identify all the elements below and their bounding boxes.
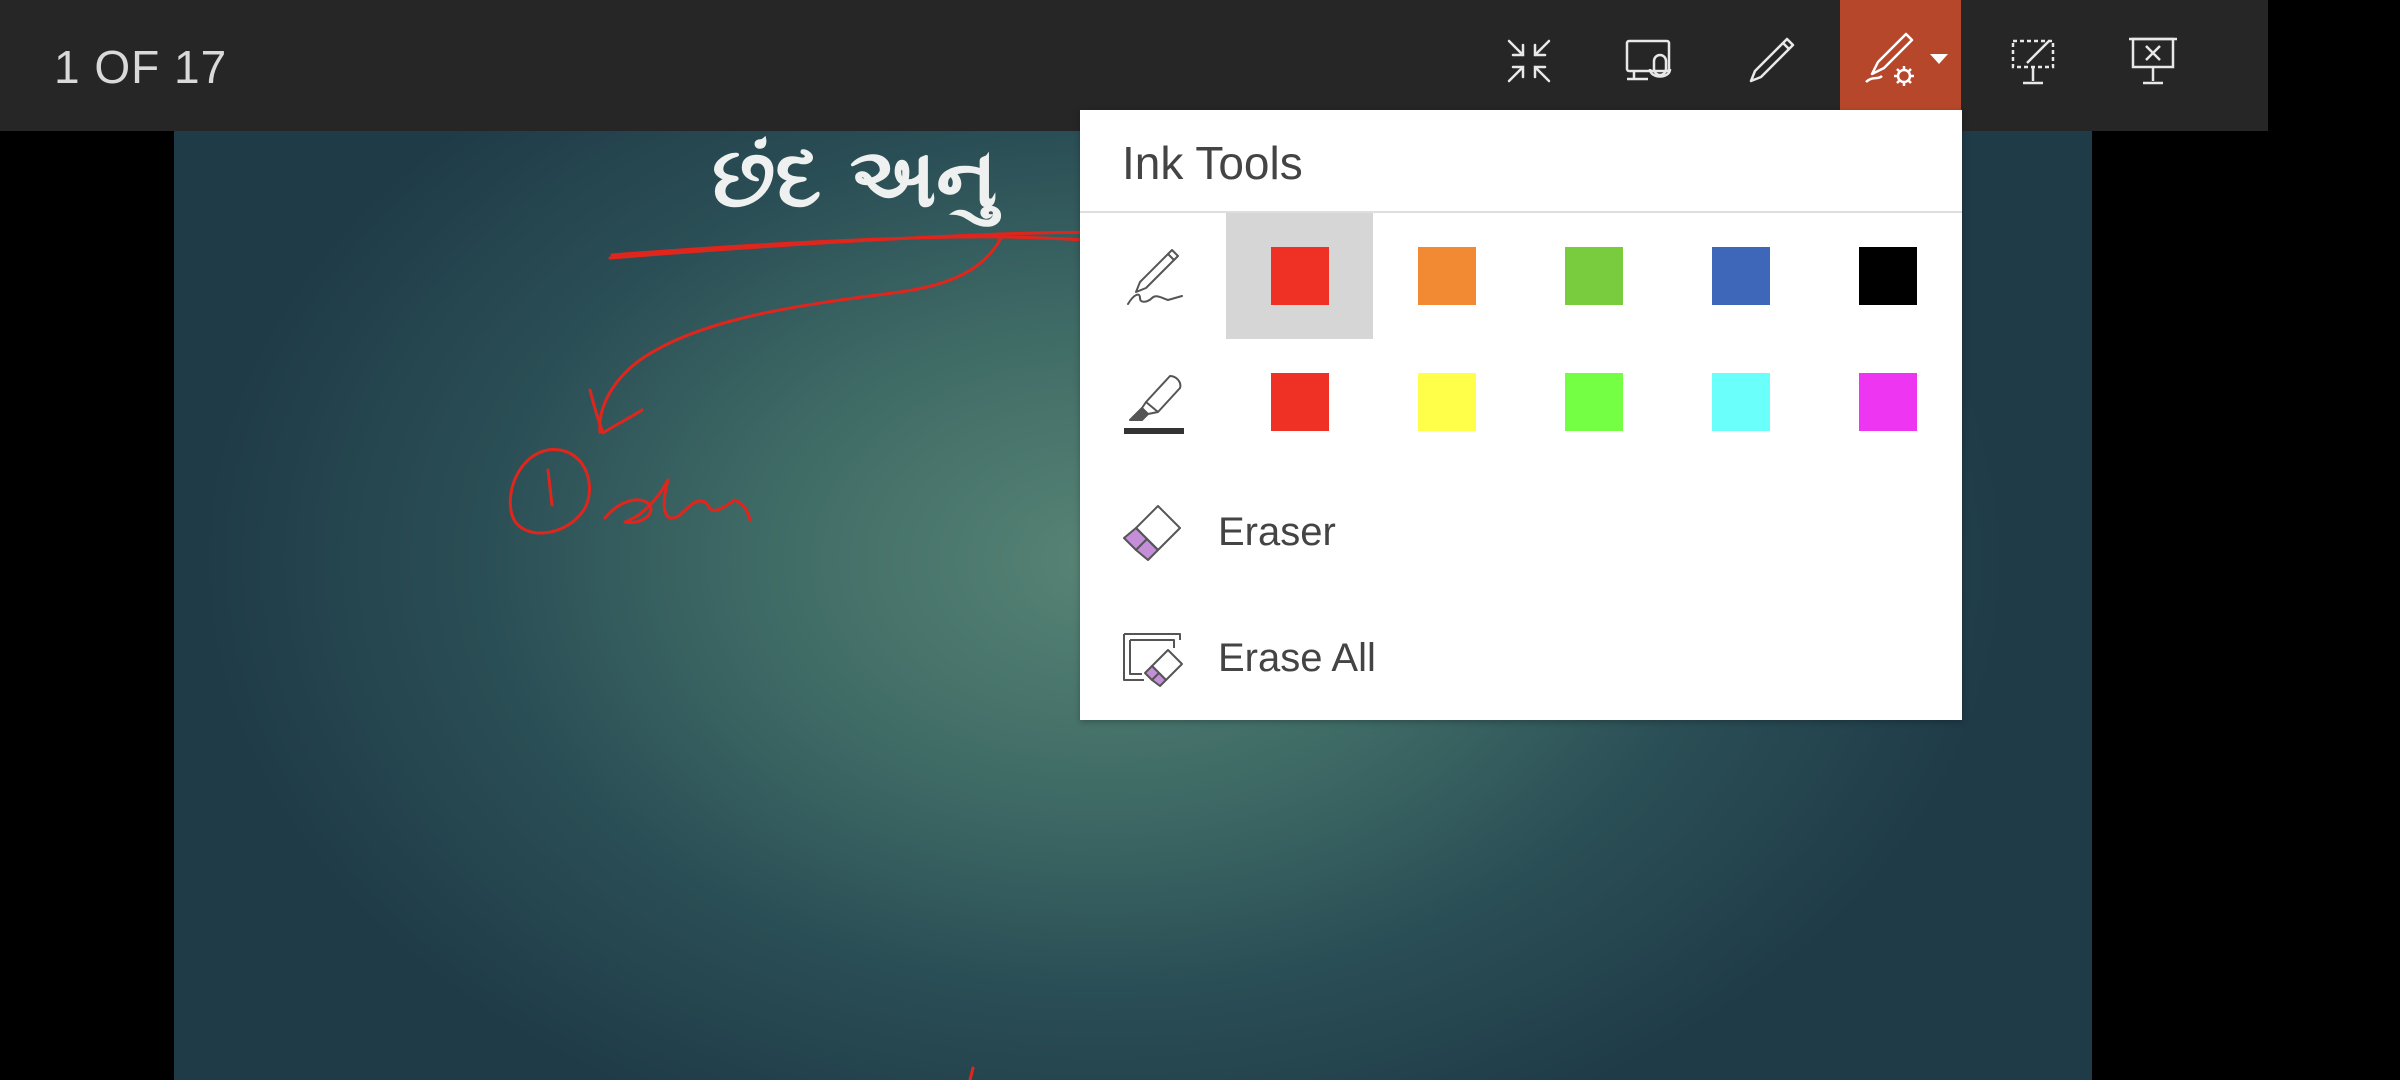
- pen-button[interactable]: [1736, 26, 1806, 96]
- pen-settings-icon: [1865, 32, 1914, 86]
- hide-slide-icon: [2011, 39, 2055, 85]
- color-swatch: [1711, 373, 1770, 431]
- ink-tools-title: Ink Tools: [1122, 137, 1303, 189]
- pen-icon: [1749, 37, 1795, 83]
- color-swatch: [1711, 247, 1770, 305]
- hide-slide-button[interactable]: [1998, 26, 2068, 96]
- color-swatch: [1858, 247, 1917, 305]
- exit-fullscreen-button[interactable]: [1494, 26, 1564, 96]
- end-show-icon: [2129, 37, 2177, 85]
- exit-fullscreen-icon: [1507, 39, 1551, 83]
- pen-color-green[interactable]: [1520, 213, 1667, 339]
- eraser-button[interactable]: Eraser: [1080, 484, 1962, 584]
- pen-color-orange[interactable]: [1373, 213, 1520, 339]
- pen-settings-dropdown-button[interactable]: [1840, 0, 1961, 110]
- pen-color-black[interactable]: [1814, 213, 1961, 339]
- highlighter-tool-icon: [1124, 375, 1184, 434]
- color-swatch: [1270, 247, 1329, 305]
- laser-pointer-icon: [1625, 39, 1672, 81]
- highlighter-color-cyan[interactable]: [1667, 339, 1814, 465]
- color-swatch: [1564, 247, 1623, 305]
- highlighter-color-red[interactable]: [1226, 339, 1373, 465]
- erase-all-label: Erase All: [1218, 636, 1376, 680]
- highlighter-color-magenta[interactable]: [1814, 339, 1961, 465]
- pen-color-blue[interactable]: [1667, 213, 1814, 339]
- color-swatch: [1270, 373, 1329, 431]
- highlighter-color-green[interactable]: [1520, 339, 1667, 465]
- eraser-icon: [1123, 505, 1181, 561]
- color-swatch: [1858, 373, 1917, 431]
- eraser-label: Eraser: [1218, 510, 1336, 554]
- end-show-button[interactable]: [2118, 26, 2188, 96]
- color-swatch: [1417, 373, 1476, 431]
- slide-counter: 1 OF 17: [54, 41, 228, 93]
- erase-all-icon: [1123, 633, 1183, 687]
- erase-all-button[interactable]: Erase All: [1080, 610, 1962, 710]
- chevron-down-icon: [1930, 54, 1948, 64]
- ink-tools-menu: Ink Tools Eraser Erase All: [1080, 110, 1962, 720]
- highlighter-color-yellow[interactable]: [1373, 339, 1520, 465]
- laser-pointer-button[interactable]: [1615, 26, 1685, 96]
- color-swatch: [1564, 373, 1623, 431]
- pen-tool-icon: [1127, 249, 1183, 305]
- color-swatch: [1417, 247, 1476, 305]
- pen-color-red[interactable]: [1226, 213, 1373, 339]
